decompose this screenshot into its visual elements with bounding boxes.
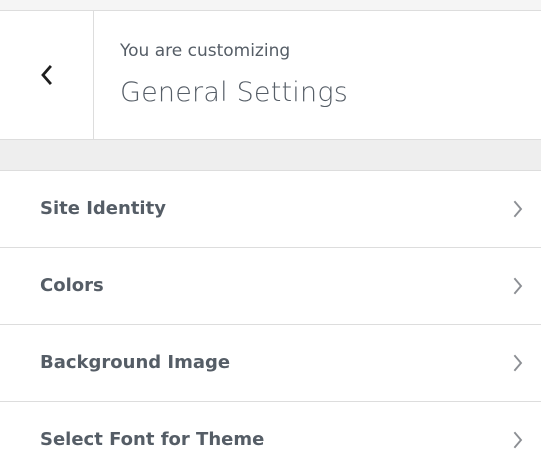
chevron-right-icon bbox=[509, 197, 527, 221]
section-gap bbox=[0, 140, 541, 170]
customizer-panel: You are customizing General Settings Sit… bbox=[0, 0, 541, 457]
menu-item-select-font-for-theme[interactable]: Select Font for Theme bbox=[0, 402, 541, 457]
menu-item-site-identity[interactable]: Site Identity bbox=[0, 171, 541, 248]
menu-item-background-image[interactable]: Background Image bbox=[0, 325, 541, 402]
header-title-block: You are customizing General Settings bbox=[94, 11, 348, 139]
chevron-right-icon bbox=[509, 428, 527, 452]
chevron-right-icon bbox=[509, 274, 527, 298]
top-edge bbox=[0, 0, 541, 11]
customizer-header: You are customizing General Settings bbox=[0, 11, 541, 140]
menu-item-label: Select Font for Theme bbox=[40, 429, 265, 450]
chevron-right-icon bbox=[509, 351, 527, 375]
header-eyebrow: You are customizing bbox=[120, 41, 291, 61]
menu-item-label: Site Identity bbox=[40, 198, 166, 219]
menu-item-label: Background Image bbox=[40, 352, 231, 373]
page-title: General Settings bbox=[120, 77, 348, 108]
back-button[interactable] bbox=[0, 11, 94, 139]
menu-item-colors[interactable]: Colors bbox=[0, 248, 541, 325]
chevron-left-icon bbox=[39, 64, 55, 86]
settings-menu: Site Identity Colors Background Image Se… bbox=[0, 170, 541, 457]
menu-item-label: Colors bbox=[40, 275, 104, 296]
